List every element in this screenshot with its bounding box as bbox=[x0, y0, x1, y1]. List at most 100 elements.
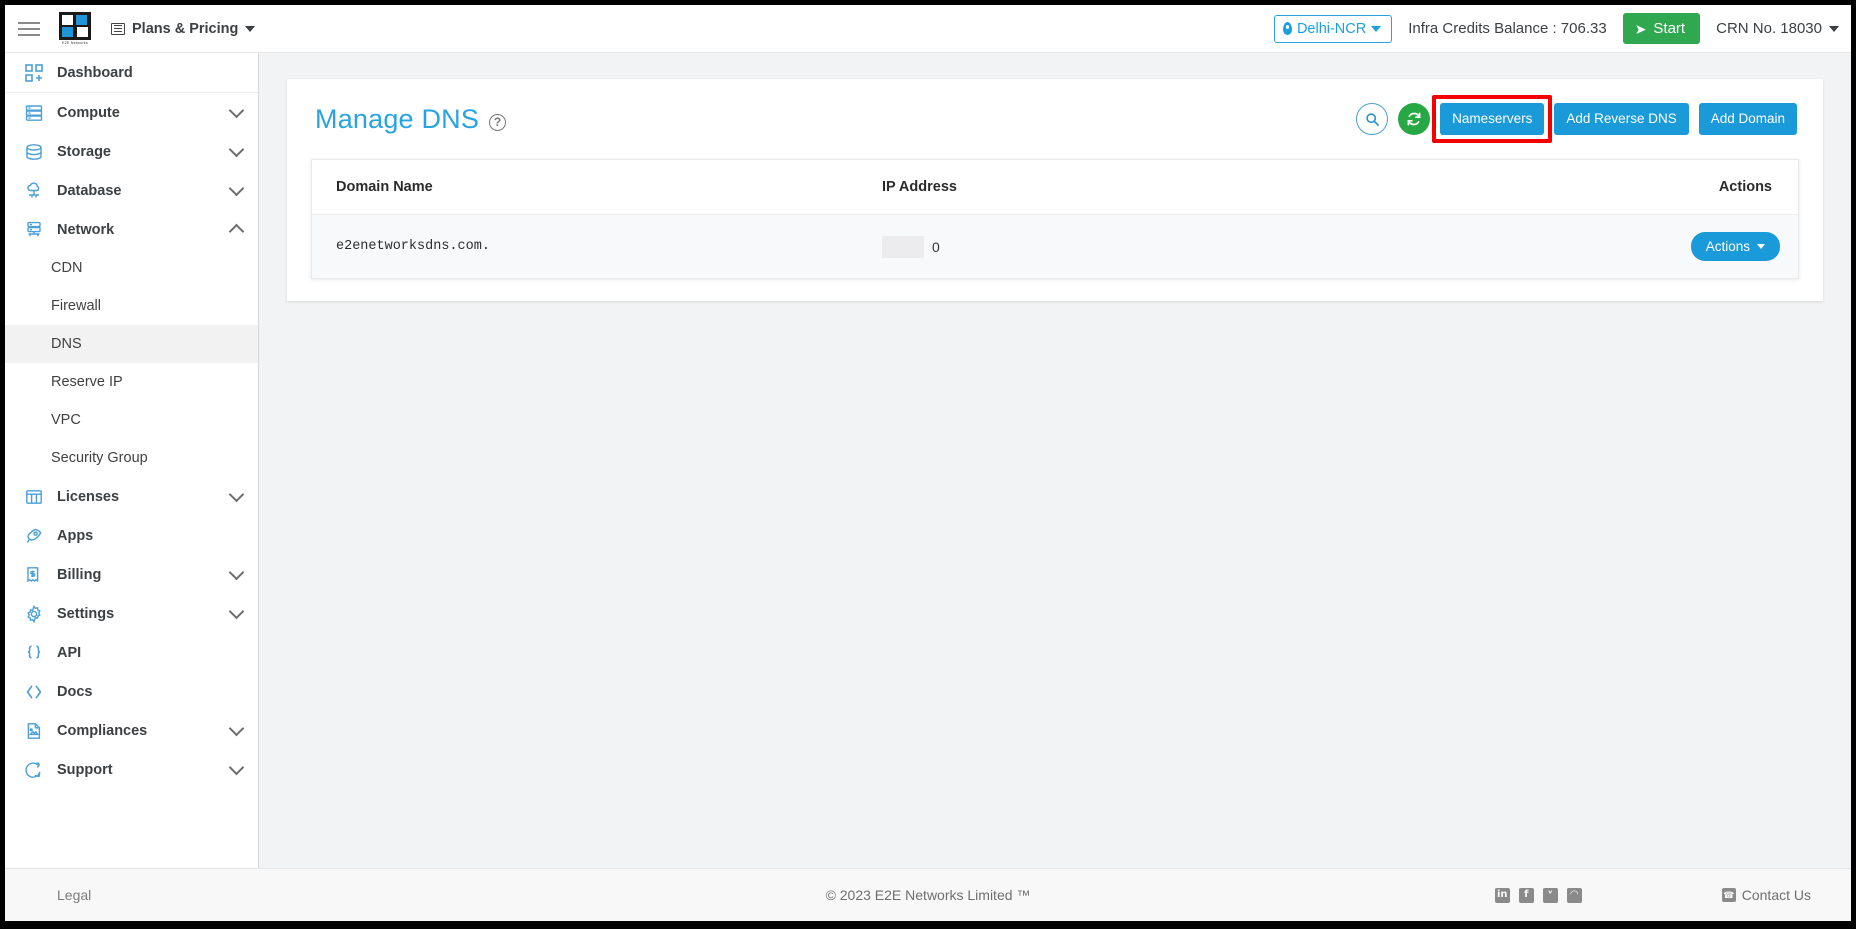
sidebar-label: Licenses bbox=[57, 488, 120, 505]
document-icon bbox=[23, 721, 45, 741]
chevron-down-icon bbox=[228, 486, 245, 503]
top-bar-right: Delhi-NCR Infra Credits Balance : 706.33… bbox=[1273, 5, 1851, 52]
network-icon bbox=[23, 220, 45, 240]
chevron-down-icon bbox=[245, 25, 256, 32]
sidebar-item-network[interactable]: Network bbox=[5, 210, 258, 249]
refresh-icon[interactable] bbox=[1398, 103, 1431, 135]
chevron-down-icon bbox=[228, 564, 245, 581]
crn-label: CRN No. 18030 bbox=[1716, 20, 1822, 37]
plans-and-pricing-label: Plans & Pricing bbox=[132, 20, 239, 37]
sidebar-item-docs[interactable]: Docs bbox=[5, 672, 258, 711]
sidebar-item-storage[interactable]: Storage bbox=[5, 132, 258, 171]
sidebar-label: Firewall bbox=[51, 298, 101, 314]
sidebar-label: Apps bbox=[57, 527, 94, 544]
rss-icon[interactable]: ◠ bbox=[1566, 887, 1582, 903]
sidebar-item-settings[interactable]: Settings bbox=[5, 594, 258, 633]
page-card: Manage DNS ? Nameservers Add Reverse DNS… bbox=[287, 79, 1823, 301]
sidebar: Dashboard Compute Storage Database Netwo… bbox=[5, 53, 259, 868]
ip-suffix: 0 bbox=[932, 238, 940, 255]
sidebar-item-reserve-ip[interactable]: Reserve IP bbox=[5, 363, 258, 401]
sidebar-label: Reserve IP bbox=[51, 374, 123, 390]
sidebar-label: Support bbox=[57, 761, 113, 778]
chevron-down-icon bbox=[1757, 244, 1765, 249]
column-header-actions: Actions bbox=[1472, 160, 1798, 215]
rocket-icon bbox=[23, 526, 45, 546]
facebook-icon[interactable]: f bbox=[1518, 887, 1534, 903]
sidebar-item-database[interactable]: Database bbox=[5, 171, 258, 210]
search-icon[interactable] bbox=[1356, 103, 1389, 135]
sidebar-item-billing[interactable]: Billing bbox=[5, 555, 258, 594]
top-bar: E2E Networks Plans & Pricing Delhi-NCR I… bbox=[5, 5, 1851, 53]
sidebar-label: API bbox=[57, 644, 82, 661]
hamburger-menu-icon[interactable] bbox=[5, 5, 49, 53]
sidebar-item-vpc[interactable]: VPC bbox=[5, 401, 258, 439]
sidebar-item-api[interactable]: API bbox=[5, 633, 258, 672]
sidebar-label: Security Group bbox=[51, 450, 148, 466]
social-links: in f ᵛ ◠ bbox=[1494, 887, 1582, 903]
crn-menu[interactable]: CRN No. 18030 bbox=[1716, 20, 1843, 37]
sidebar-label: Network bbox=[57, 221, 115, 238]
sidebar-item-compliances[interactable]: Compliances bbox=[5, 711, 258, 750]
start-label: Start bbox=[1653, 20, 1686, 37]
sidebar-item-dns[interactable]: DNS bbox=[5, 325, 258, 363]
cloud-database-icon bbox=[23, 181, 45, 201]
add-reverse-dns-button[interactable]: Add Reverse DNS bbox=[1554, 103, 1689, 135]
plans-and-pricing-menu[interactable]: Plans & Pricing bbox=[111, 20, 256, 37]
sidebar-label: Settings bbox=[57, 605, 115, 622]
main-inner: Manage DNS ? Nameservers Add Reverse DNS… bbox=[259, 53, 1851, 868]
chevron-down-icon bbox=[228, 720, 245, 737]
table-row: e2enetworksdns.com. 0 Actions bbox=[312, 214, 1798, 278]
sidebar-label: Dashboard bbox=[57, 64, 133, 81]
region-label: Delhi-NCR bbox=[1296, 20, 1367, 37]
sidebar-item-licenses[interactable]: Licenses bbox=[5, 477, 258, 516]
dashboard-icon bbox=[23, 63, 45, 83]
braces-icon bbox=[23, 643, 45, 663]
invoice-icon bbox=[23, 565, 45, 585]
twitter-icon[interactable]: ᵛ bbox=[1542, 887, 1558, 903]
sidebar-item-firewall[interactable]: Firewall bbox=[5, 287, 258, 325]
grid-icon bbox=[23, 487, 45, 507]
sidebar-label: Compliances bbox=[57, 722, 148, 739]
chevron-down-icon bbox=[228, 759, 245, 776]
sidebar-item-security-group[interactable]: Security Group bbox=[5, 439, 258, 477]
sidebar-label: Storage bbox=[57, 143, 111, 160]
infra-credits-balance: Infra Credits Balance : 706.33 bbox=[1408, 20, 1607, 37]
cell-domain-name: e2enetworksdns.com. bbox=[312, 214, 882, 278]
column-header-domain-name: Domain Name bbox=[312, 160, 882, 215]
page-header-actions: Nameservers Add Reverse DNS Add Domain bbox=[1356, 95, 1801, 143]
cell-actions: Actions bbox=[1472, 214, 1798, 278]
sidebar-item-support[interactable]: Support bbox=[5, 750, 258, 789]
sidebar-label: VPC bbox=[51, 412, 81, 428]
linkedin-icon[interactable]: in bbox=[1494, 887, 1510, 903]
main-content: Manage DNS ? Nameservers Add Reverse DNS… bbox=[259, 53, 1851, 868]
contact-us-link[interactable]: ☎ Contact Us bbox=[1721, 887, 1811, 903]
sidebar-item-cdn[interactable]: CDN bbox=[5, 249, 258, 287]
footer: Legal © 2023 E2E Networks Limited ™ in f… bbox=[5, 868, 1851, 921]
e2e-networks-logo[interactable]: E2E Networks bbox=[55, 12, 95, 46]
sidebar-label: DNS bbox=[51, 336, 82, 352]
start-button[interactable]: ➤ Start bbox=[1622, 13, 1701, 44]
sidebar-label: Docs bbox=[57, 683, 93, 700]
footer-legal-link[interactable]: Legal bbox=[5, 887, 259, 903]
column-header-ip-address: IP Address bbox=[882, 160, 1472, 215]
sidebar-label: Compute bbox=[57, 104, 120, 121]
footer-copyright-text: © 2023 E2E Networks Limited ™ bbox=[825, 887, 1031, 903]
chevron-down-icon bbox=[228, 141, 245, 158]
sidebar-item-dashboard[interactable]: Dashboard bbox=[5, 53, 258, 93]
table-header-row: Domain Name IP Address Actions bbox=[312, 160, 1798, 215]
sidebar-item-apps[interactable]: Apps bbox=[5, 516, 258, 555]
question-mark-icon[interactable]: ? bbox=[489, 113, 507, 131]
region-selector[interactable]: Delhi-NCR bbox=[1273, 14, 1393, 43]
logo-label: E2E Networks bbox=[62, 41, 88, 45]
server-icon bbox=[23, 103, 45, 123]
nameservers-button[interactable]: Nameservers bbox=[1440, 103, 1545, 135]
phone-icon: ☎ bbox=[1721, 888, 1736, 902]
add-domain-button[interactable]: Add Domain bbox=[1698, 103, 1797, 135]
chevron-down-icon bbox=[228, 180, 245, 197]
footer-right: in f ᵛ ◠ ☎ Contact Us bbox=[1494, 887, 1851, 903]
send-icon: ➤ bbox=[1634, 20, 1647, 37]
row-actions-button[interactable]: Actions bbox=[1690, 232, 1780, 261]
dns-table: Domain Name IP Address Actions e2enetwor… bbox=[312, 160, 1798, 278]
sidebar-item-compute[interactable]: Compute bbox=[5, 93, 258, 132]
sidebar-label: Database bbox=[57, 182, 122, 199]
